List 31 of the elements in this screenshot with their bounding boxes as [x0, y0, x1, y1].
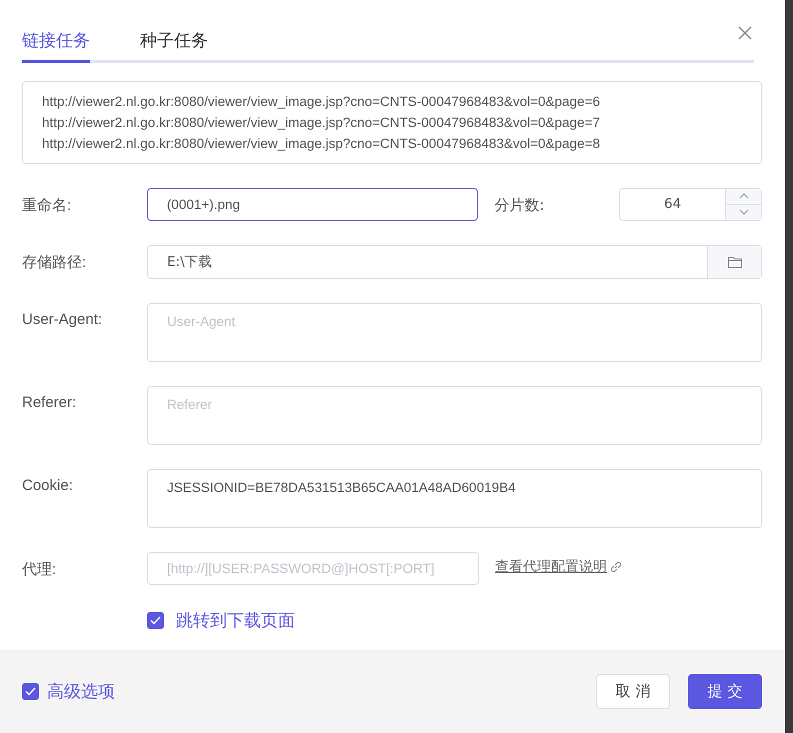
field-label: 存储路径:	[22, 252, 88, 272]
rename-field[interactable]: (0001+).png	[146, 188, 478, 221]
field-label: Cookie:	[22, 476, 74, 494]
user-agent-field[interactable]: User-Agent	[147, 302, 762, 362]
submit-button[interactable]: 提 交	[688, 674, 762, 709]
proxy-field[interactable]: [http://][USER:PASSWORD@]HOST[:PORT]	[147, 552, 479, 585]
url-textarea[interactable]: http://viewer2.nl.go.kr:8080/viewer/view_image.jsp?cno=CNTS-00047968483&vol=0&page=6 http://viewer2.nl.go.kr:8080/viewer/view_image.jsp?cno=CNTS-00047968483&vol=0&page=7 http://viewer2.nl.go.kr:8080/viewer/view_image.jsp?cno=CNTS-00047968483&vol=0&page=8	[22, 80, 762, 164]
field-label: 代理:	[22, 560, 58, 579]
field-label: Referer:	[22, 392, 78, 411]
checkbox-label: 跳转到下载页面	[176, 610, 295, 632]
chevron-up-icon	[738, 193, 748, 200]
close-icon	[738, 26, 752, 40]
field-label: User-Agent:	[22, 310, 104, 328]
field-label: 重命名:	[22, 196, 72, 215]
link-icon	[609, 560, 623, 574]
check-icon	[150, 616, 161, 625]
chevron-down-icon	[738, 209, 748, 216]
path-field[interactable]: E:\下载	[147, 244, 762, 279]
checkbox[interactable]	[147, 612, 164, 629]
field-label: 分片数:	[493, 194, 546, 215]
checkbox-label: 高级选项	[47, 680, 115, 703]
cancel-button[interactable]: 取 消	[596, 674, 670, 709]
cookie-field[interactable]: JSESSIONID=BE78DA531513B65CAA01A48AD60019B4	[147, 468, 762, 528]
check-icon	[25, 686, 36, 696]
number-field[interactable]: 64	[619, 188, 762, 221]
tab[interactable]: 种子任务	[140, 18, 208, 63]
folder-icon	[728, 256, 742, 268]
browse-button[interactable]	[707, 246, 761, 278]
checkbox[interactable]	[22, 682, 39, 700]
referer-field[interactable]: Referer	[147, 386, 762, 445]
tab[interactable]: 链接任务	[22, 18, 90, 63]
